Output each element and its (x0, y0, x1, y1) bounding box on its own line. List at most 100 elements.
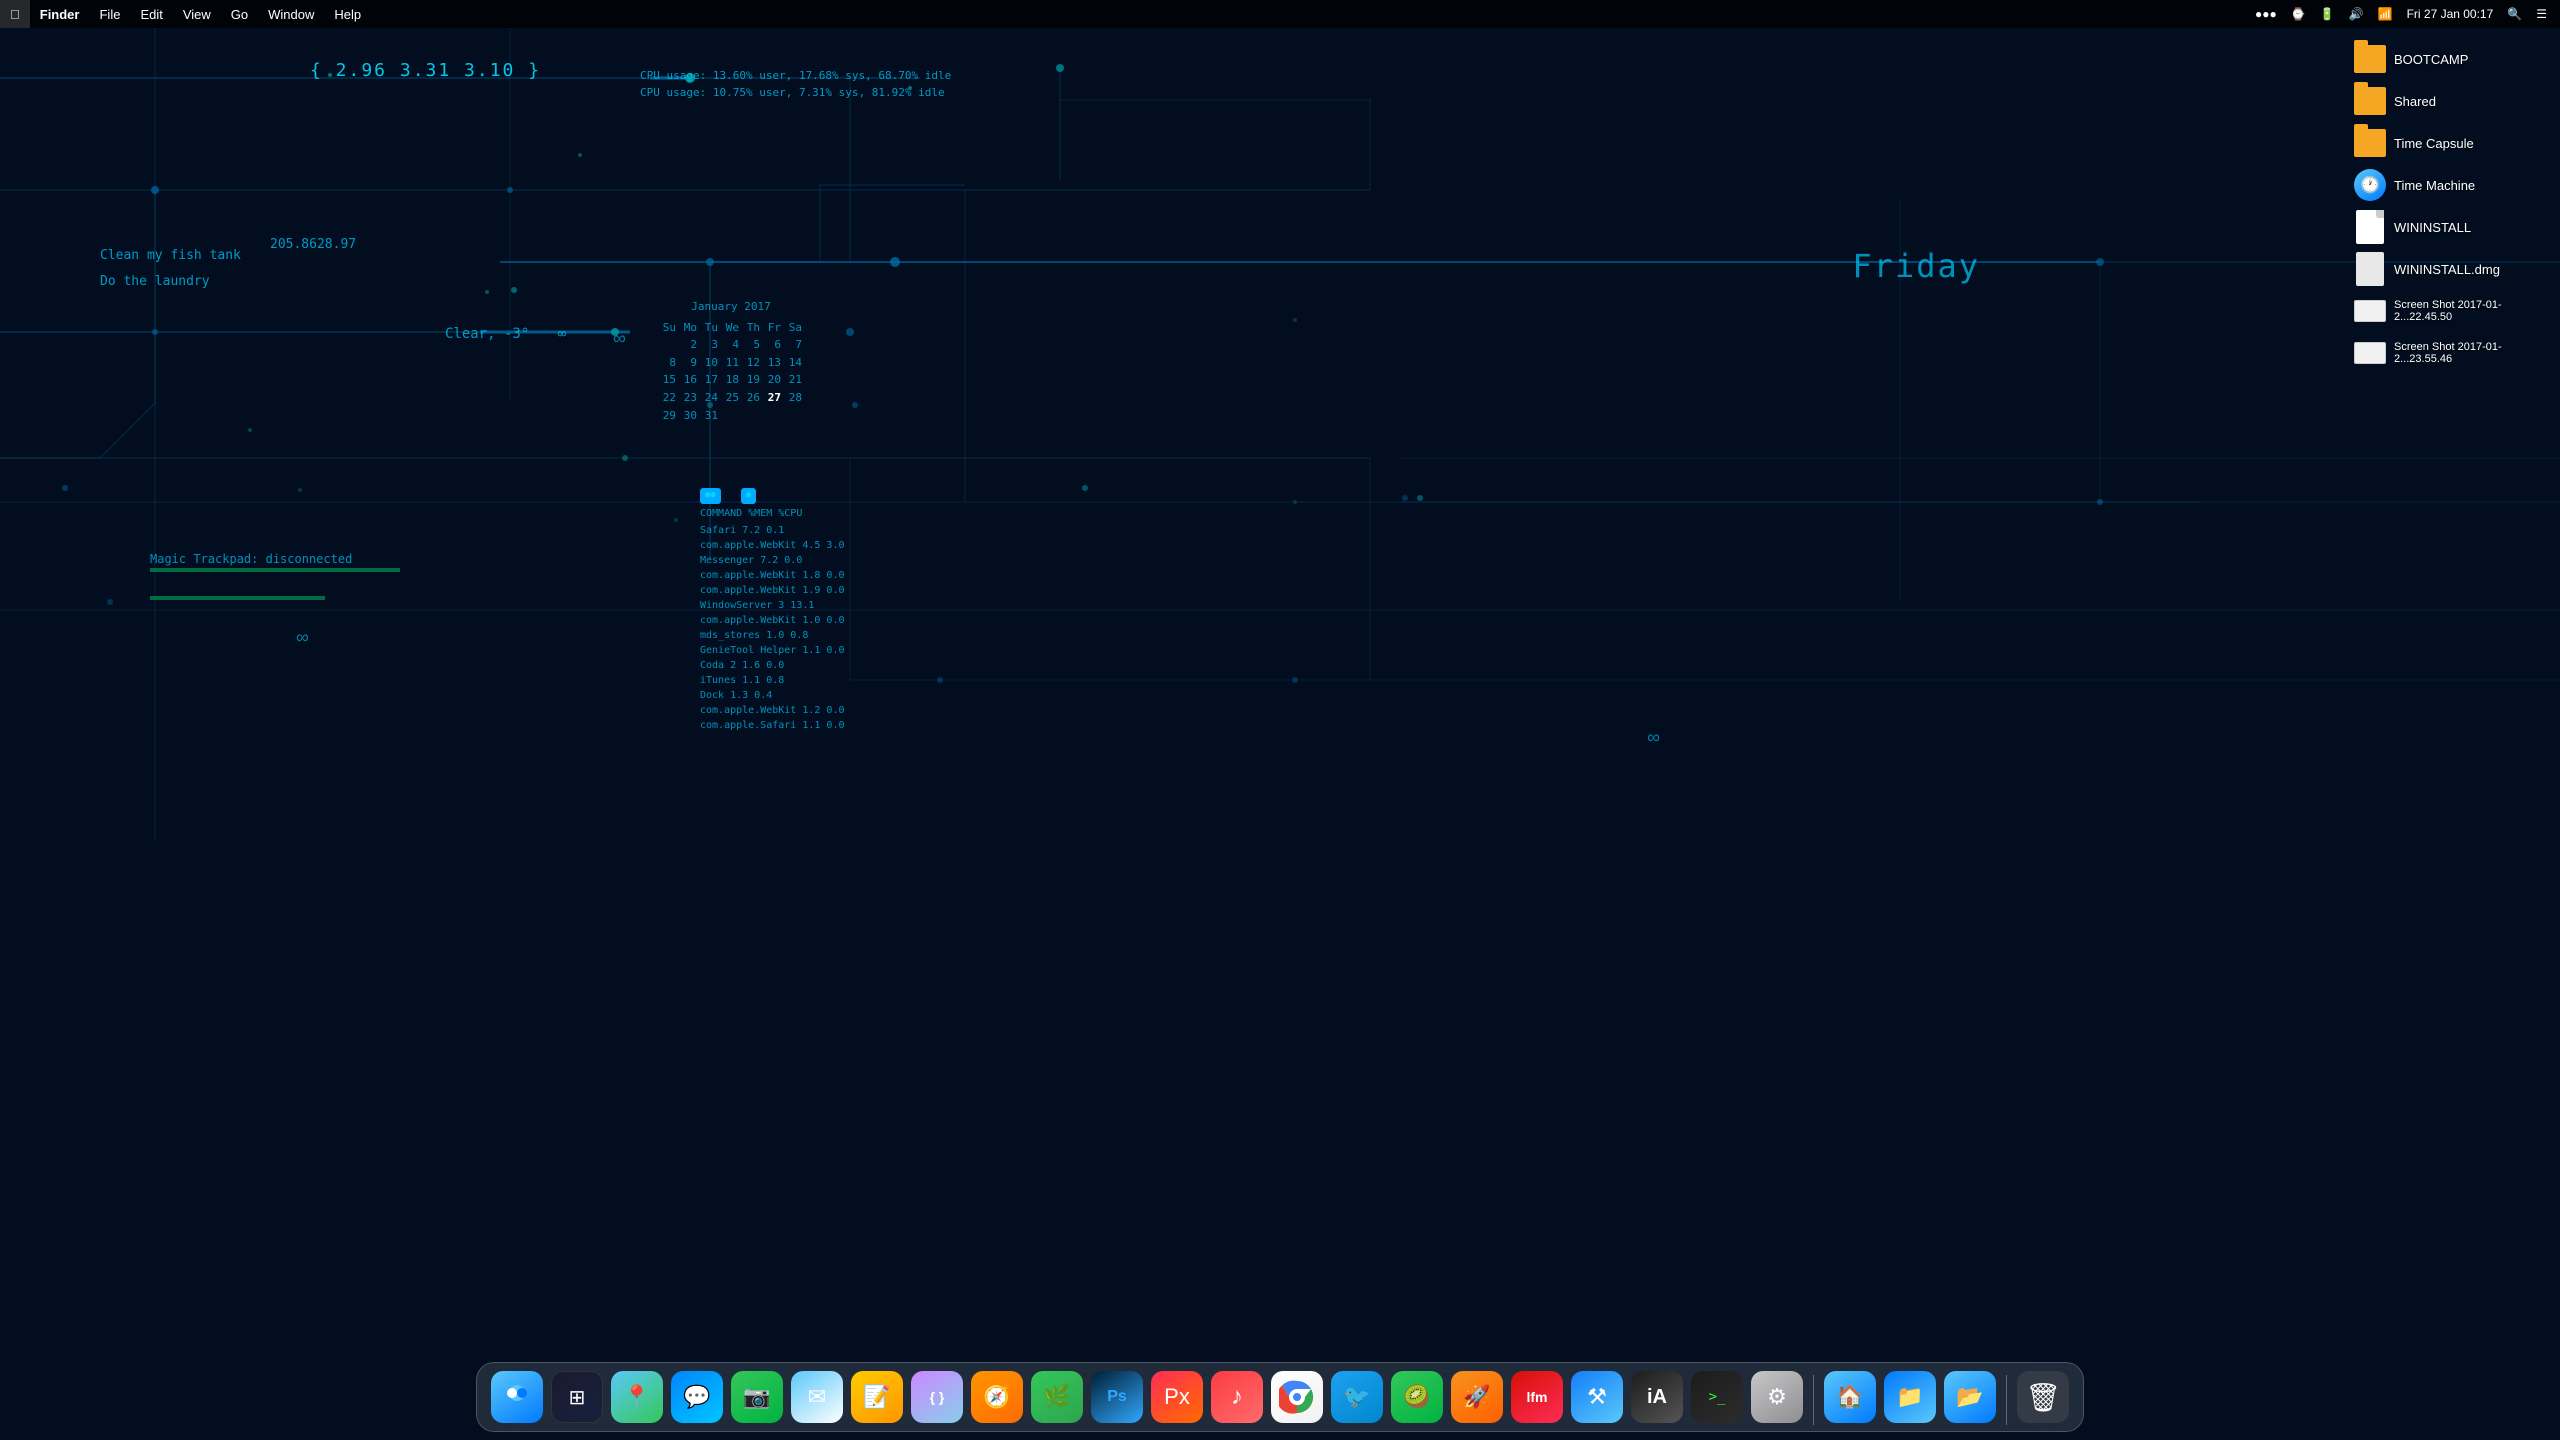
menubar:  Finder File Edit View Go Window Help ●… (0, 0, 2560, 28)
dock-item-finder[interactable] (489, 1369, 545, 1425)
dock-item-mail[interactable]: ✉ (789, 1369, 845, 1425)
dock-item-twitterrific[interactable]: 🐦 (1329, 1369, 1385, 1425)
location-widget: 205.8628.97 (270, 237, 356, 252)
weather-condition: Clear, -3° (445, 326, 529, 342)
dock-item-sysprefs[interactable]: ⚙ (1749, 1369, 1805, 1425)
menu-view[interactable]: View (173, 0, 221, 28)
trash-icon: 🗑 (2017, 1371, 2069, 1423)
trackpad-bar-2 (150, 596, 325, 600)
trackpad-widget: Magic Trackpad: disconnected (150, 552, 352, 566)
ia-icon: iA (1631, 1371, 1683, 1423)
datetime: Fri 27 Jan 00:17 (2402, 0, 2499, 28)
facetime-icon: 📷 (731, 1371, 783, 1423)
dock-item-photoshop[interactable]: Ps (1089, 1369, 1145, 1425)
sidebar-item-wininstall[interactable]: WININSTALL (2344, 207, 2556, 247)
app-name[interactable]: Finder (30, 0, 90, 28)
kiwi-icon: 🥝 (1391, 1371, 1443, 1423)
notification-center-icon[interactable]: ☰ (2531, 0, 2552, 28)
dock-item-xcode[interactable]: ⚒ (1569, 1369, 1625, 1425)
desktop:  Finder File Edit View Go Window Help ●… (0, 0, 2560, 1440)
proc-indicator2: ● (741, 488, 756, 504)
battery-icon[interactable]: 🔋 (2315, 0, 2340, 28)
dock-item-maps[interactable]: 📍 (609, 1369, 665, 1425)
sidebar-item-timecapsule[interactable]: Time Capsule (2344, 123, 2556, 163)
menu-window[interactable]: Window (258, 0, 324, 28)
menu-go[interactable]: Go (221, 0, 258, 28)
apple-logo:  (10, 7, 20, 22)
process-line-4: com.apple.WebKit 1.8 0.0 (700, 568, 845, 583)
process-line-9: GenieTool Helper 1.1 0.0 (700, 643, 845, 658)
dock-item-transmit[interactable]: 🚀 (1449, 1369, 1505, 1425)
sidebar-item-screenshot1[interactable]: Screen Shot 2017-01-2...22.45.50 (2344, 291, 2556, 331)
process-line-2: com.apple.WebKit 4.5 3.0 (700, 538, 845, 553)
dock-item-terminal[interactable]: >_ (1689, 1369, 1745, 1425)
menu-edit[interactable]: Edit (130, 0, 172, 28)
cal-col-su: Su (660, 319, 676, 337)
dock-item-facetime[interactable]: 📷 (729, 1369, 785, 1425)
menu-help[interactable]: Help (324, 0, 371, 28)
robinhoodie-icon: 🌿 (1031, 1371, 1083, 1423)
terminal-icon: >_ (1691, 1371, 1743, 1423)
wininstalldmg-icon (2354, 253, 2386, 285)
todo-widget: Clean my fish tank Do the laundry (100, 243, 241, 295)
process-line-1: Safari 7.2 0.1 (700, 523, 845, 538)
screenshot1-icon (2354, 295, 2386, 327)
menu-file[interactable]: File (89, 0, 130, 28)
process-line-3: Messenger 7.2 0.0 (700, 553, 845, 568)
infinity-widget-1: ∞ (613, 328, 626, 349)
sidebar-item-wininstall-dmg[interactable]: WININSTALL.dmg (2344, 249, 2556, 289)
wifi-icon[interactable]: 📶 (2373, 0, 2398, 28)
dock-separator (1813, 1375, 1814, 1425)
sidebar-label-screenshot2: Screen Shot 2017-01-2...23.55.46 (2394, 341, 2546, 365)
volume-icon[interactable]: 🔊 (2344, 0, 2369, 28)
mail-icon: ✉ (791, 1371, 843, 1423)
dock-item-finder3[interactable]: 📁 (1882, 1369, 1938, 1425)
cpu-widget: CPU usage: 13.60% user, 17.68% sys, 68.7… (640, 68, 951, 101)
dock-item-robinhoodie[interactable]: 🌿 (1029, 1369, 1085, 1425)
pixelmator-icon: Px (1151, 1371, 1203, 1423)
dock-item-chrome[interactable] (1269, 1369, 1325, 1425)
dock-item-pixelmator[interactable]: Px (1149, 1369, 1205, 1425)
dock-item-messenger[interactable]: 💬 (669, 1369, 725, 1425)
apple-menu[interactable]:  (0, 0, 30, 28)
sidebar-item-bootcamp[interactable]: BOOTCAMP (2344, 39, 2556, 79)
cal-col-fr: Fr (765, 319, 781, 337)
scrobbler-icon: lfm (1511, 1371, 1563, 1423)
folder-icon-bootcamp (2354, 43, 2386, 75)
process-line-13: com.apple.WebKit 1.2 0.0 (700, 703, 845, 718)
dock-item-finder2[interactable]: 🏠 (1822, 1369, 1878, 1425)
process-line-10: Coda 2 1.6 0.0 (700, 658, 845, 673)
calendar-widget: January 2017 Su Mo Tu We Th Fr Sa 2 3 4 … (660, 298, 802, 424)
dock: ⊞ 📍 💬 📷 ✉ 📝 { } 🧭 🌿 (476, 1362, 2084, 1432)
calendar-month: January 2017 (660, 298, 802, 316)
dock-item-music[interactable]: ♪ (1209, 1369, 1265, 1425)
dock-item-stickies[interactable]: 📝 (849, 1369, 905, 1425)
dock-item-scrobbler[interactable]: lfm (1509, 1369, 1565, 1425)
circuit-background (0, 0, 2560, 1440)
dock-item-compass[interactable]: 🧭 (969, 1369, 1025, 1425)
dock-item-dash[interactable]: { } (909, 1369, 965, 1425)
cal-col-tu: Tu (702, 319, 718, 337)
process-line-14: com.apple.Safari 1.1 0.0 (700, 718, 845, 733)
weather-widget: Clear, -3° ∞ (445, 326, 566, 342)
finder2-icon: 🏠 (1824, 1371, 1876, 1423)
search-icon[interactable]: 🔍 (2502, 0, 2527, 28)
sidebar-label-timecapsule: Time Capsule (2394, 136, 2474, 151)
dock-item-finder4[interactable]: 📂 (1942, 1369, 1998, 1425)
sidebar-item-shared[interactable]: Shared (2344, 81, 2556, 121)
dock-item-launchpad[interactable]: ⊞ (549, 1369, 605, 1425)
sidebar-item-timemachine[interactable]: 🕐 Time Machine (2344, 165, 2556, 205)
process-line-8: mds_stores 1.0 0.8 (700, 628, 845, 643)
dock-separator-2 (2006, 1375, 2007, 1425)
sidebar: BOOTCAMP Shared Time Capsule 🕐 Time Mach… (2340, 28, 2560, 1360)
todo-item-1: Clean my fish tank (100, 243, 241, 269)
dock-item-ia[interactable]: iA (1629, 1369, 1685, 1425)
process-line-5: com.apple.WebKit 1.9 0.0 (700, 583, 845, 598)
system-icons: ●●● (2250, 0, 2282, 28)
cal-col-mo: Mo (681, 319, 697, 337)
sidebar-label-wininstall: WININSTALL (2394, 220, 2471, 235)
calendar-header-row: Su Mo Tu We Th Fr Sa (660, 319, 802, 337)
sidebar-item-screenshot2[interactable]: Screen Shot 2017-01-2...23.55.46 (2344, 333, 2556, 373)
dock-item-kiwi[interactable]: 🥝 (1389, 1369, 1445, 1425)
dock-item-trash[interactable]: 🗑 (2015, 1369, 2071, 1425)
